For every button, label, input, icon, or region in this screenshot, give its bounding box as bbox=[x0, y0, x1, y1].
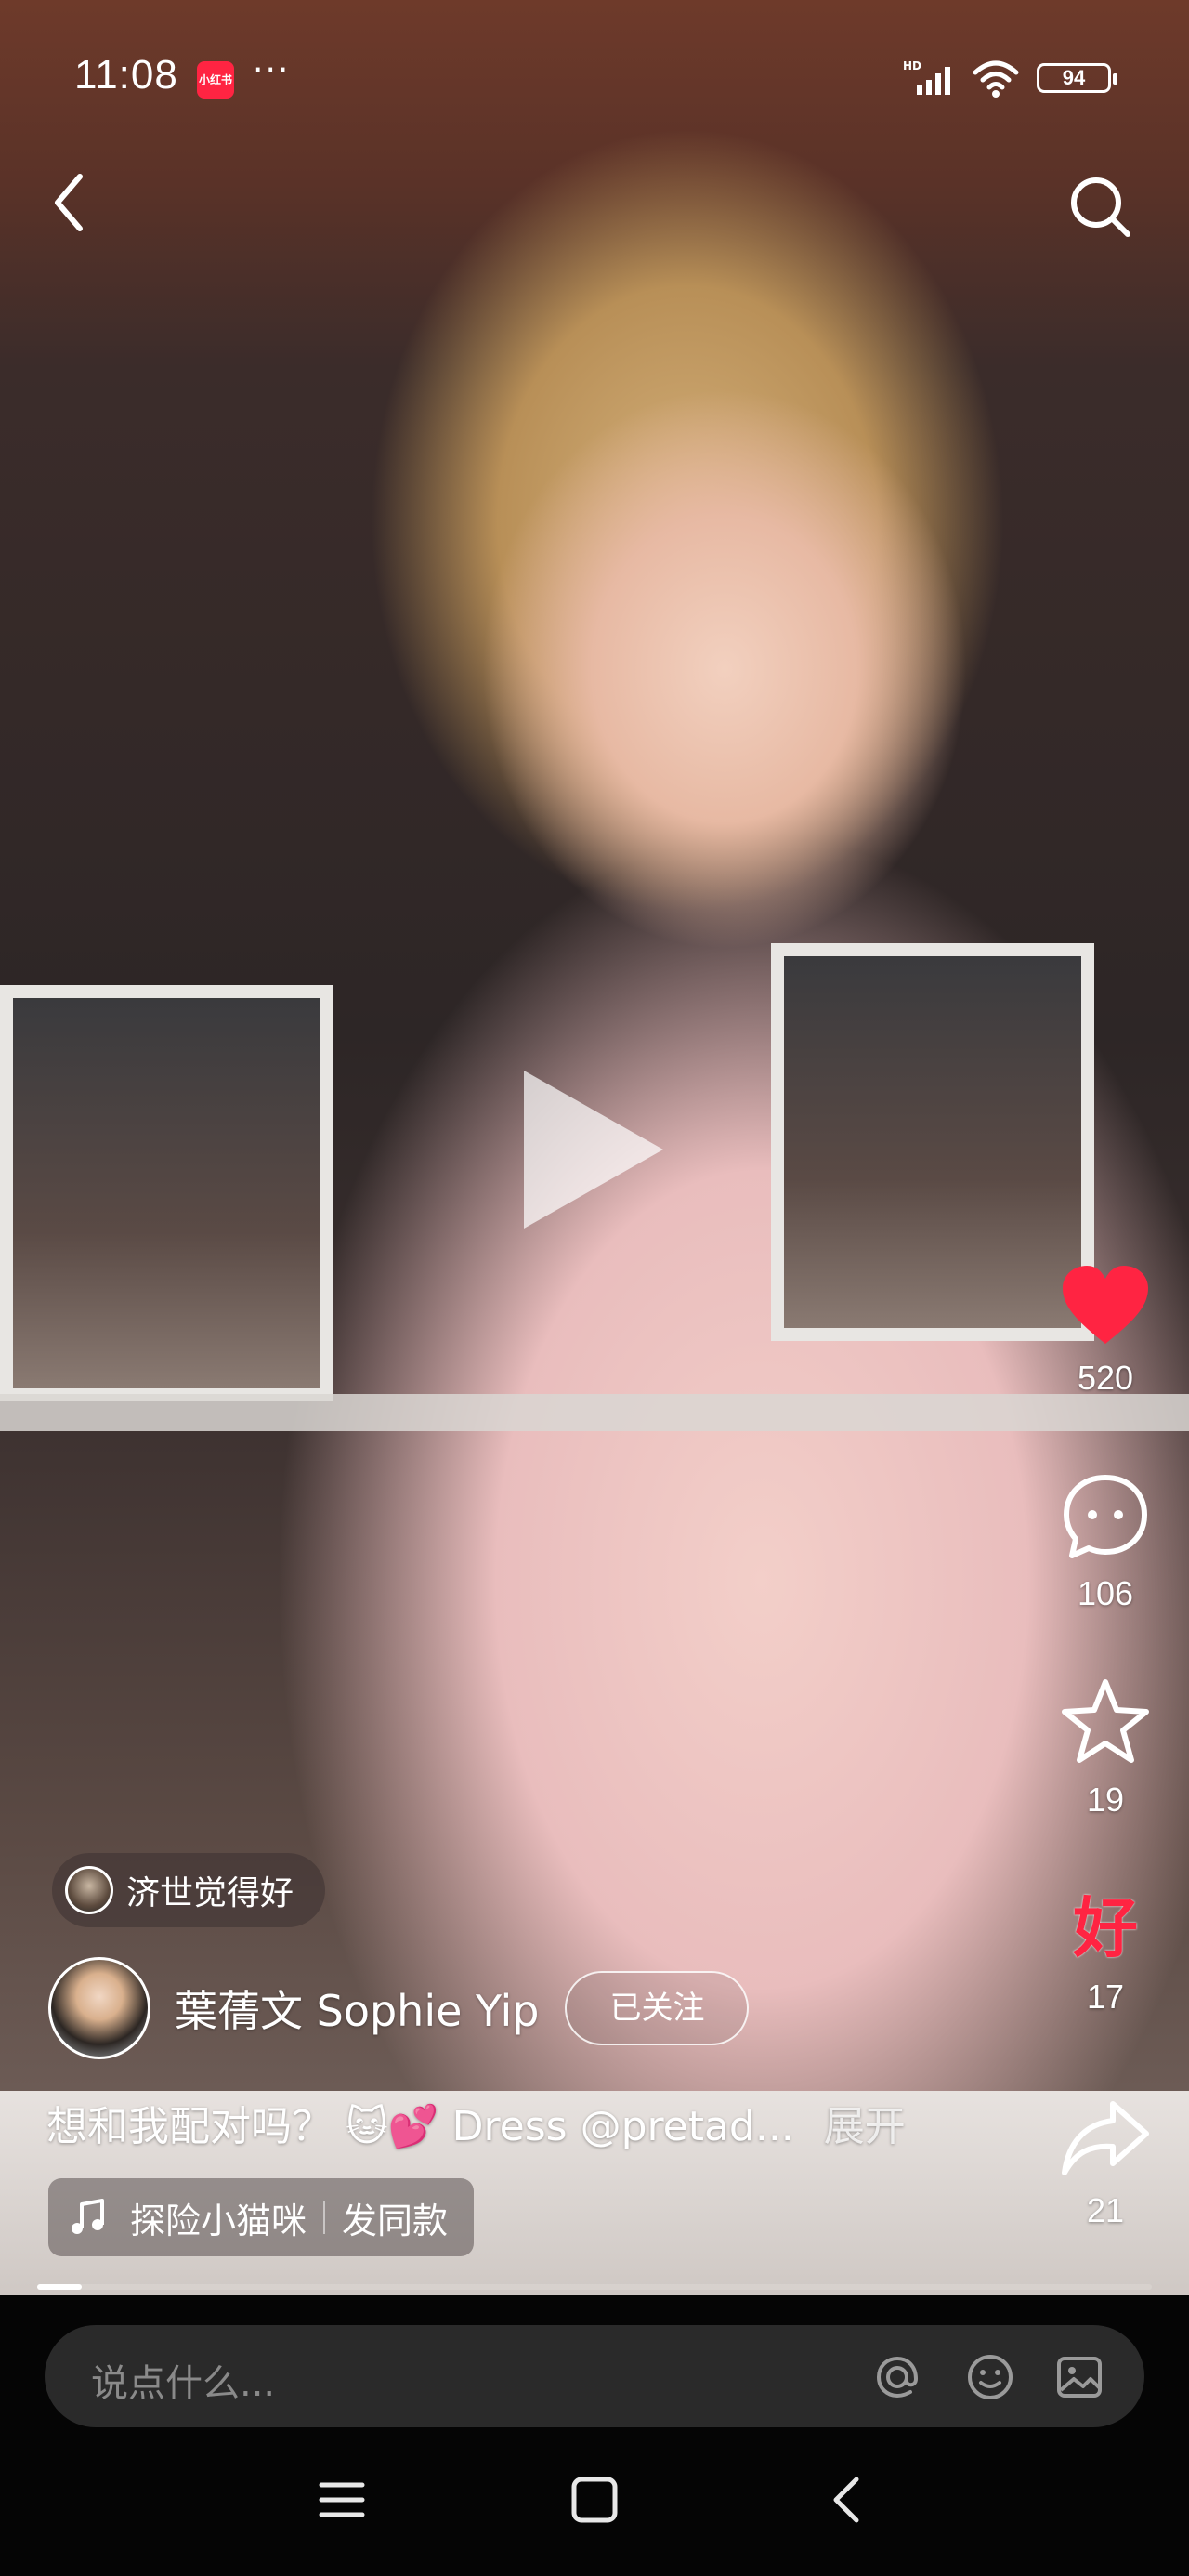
comment-placeholder: 说点什么... bbox=[91, 2362, 276, 2405]
menu-nav-icon[interactable] bbox=[314, 2472, 370, 2528]
liked-by-text: 济世觉得好 bbox=[126, 1874, 294, 1912]
wifi-icon bbox=[973, 60, 1019, 98]
expand-link[interactable]: 展开 bbox=[824, 2103, 906, 2150]
share-count: 21 bbox=[1086, 2191, 1125, 2229]
music-separator bbox=[323, 2201, 326, 2234]
search-icon[interactable] bbox=[1066, 173, 1133, 240]
author-avatar[interactable] bbox=[48, 1957, 150, 2059]
good-count: 17 bbox=[1086, 1978, 1125, 2016]
like-button[interactable]: 520 bbox=[1040, 1264, 1170, 1398]
caption-rest: Dress @pretad... bbox=[451, 2103, 794, 2150]
share-button[interactable]: 21 bbox=[1040, 2096, 1170, 2230]
liked-by-tag[interactable]: 济世觉得好 bbox=[52, 1853, 326, 1927]
comment-icon bbox=[1064, 1475, 1147, 1558]
background-mirror-left bbox=[0, 985, 333, 1401]
heart-icon bbox=[1063, 1266, 1148, 1344]
image-icon[interactable] bbox=[1053, 2351, 1105, 2403]
app-badge-icon: 小红书 bbox=[197, 61, 234, 99]
star-icon bbox=[1062, 1679, 1149, 1763]
video-progress-fill bbox=[37, 2284, 82, 2290]
collect-button[interactable]: 19 bbox=[1040, 1676, 1170, 1820]
back-arrow-icon[interactable] bbox=[41, 165, 100, 240]
collect-count: 19 bbox=[1086, 1781, 1125, 1819]
caption[interactable]: 想和我配对吗？ 🐱💕 Dress @pretad... 展开 bbox=[46, 2093, 906, 2152]
follow-button[interactable]: 已关注 bbox=[565, 1971, 750, 2045]
caption-emoji: 🐱💕 bbox=[346, 2103, 439, 2150]
music-tag[interactable]: 探险小猫咪 发同款 bbox=[48, 2178, 475, 2256]
like-count: 520 bbox=[1077, 1359, 1134, 1397]
caption-text: 想和我配对吗？ bbox=[46, 2103, 333, 2150]
good-button[interactable]: 好 17 bbox=[1040, 1886, 1170, 2017]
status-more-icon: ··· bbox=[253, 51, 291, 89]
at-icon[interactable] bbox=[871, 2351, 923, 2403]
share-icon bbox=[1062, 2101, 1149, 2175]
comment-button[interactable]: 106 bbox=[1040, 1470, 1170, 1613]
video-progress-bar[interactable] bbox=[37, 2284, 1152, 2290]
use-same-music-button[interactable]: 发同款 bbox=[342, 2192, 448, 2243]
status-time: 11:08 bbox=[74, 52, 178, 98]
video-note-screen: 11:08 小红书 ··· HD 94 520 106 19 好 17 21 济… bbox=[0, 0, 1189, 2576]
play-icon[interactable] bbox=[524, 1071, 663, 1229]
music-title: 探险小猫咪 bbox=[130, 2200, 307, 2241]
status-bar: 11:08 小红书 ··· HD 94 bbox=[0, 0, 1189, 158]
author-row: 葉蒨文 Sophie Yip 已关注 bbox=[48, 1957, 750, 2059]
comment-count: 106 bbox=[1077, 1574, 1134, 1612]
back-nav-icon[interactable] bbox=[821, 2472, 877, 2528]
emoji-icon[interactable] bbox=[964, 2351, 1016, 2403]
liker-avatar bbox=[65, 1866, 113, 1914]
good-icon: 好 bbox=[1073, 1889, 1138, 1966]
author-name[interactable]: 葉蒨文 Sophie Yip bbox=[175, 1978, 539, 2039]
background-counter bbox=[0, 1394, 1189, 1431]
home-nav-icon[interactable] bbox=[567, 2472, 622, 2528]
battery-icon: 94 bbox=[1037, 63, 1117, 93]
music-note-icon bbox=[72, 2199, 104, 2234]
signal-icon bbox=[917, 67, 950, 95]
comment-input[interactable]: 说点什么... bbox=[45, 2325, 1144, 2427]
